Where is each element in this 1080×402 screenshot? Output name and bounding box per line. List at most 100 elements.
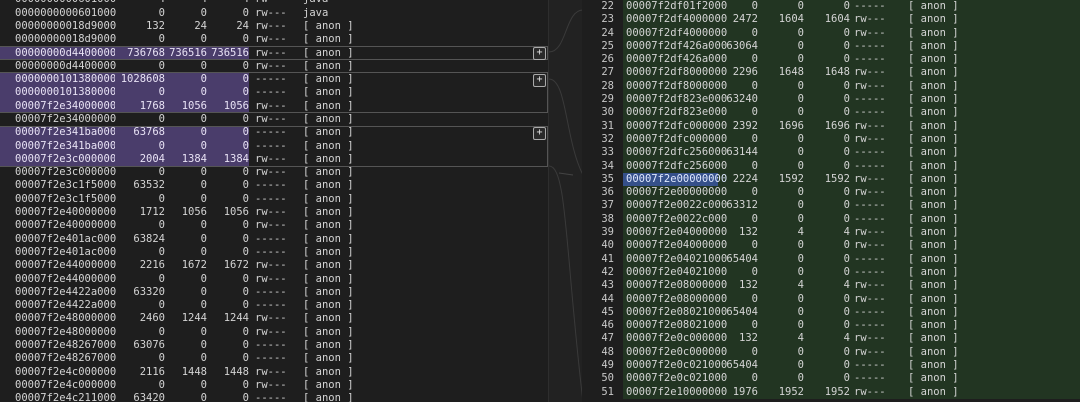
kbytes-cell: 0 [158,112,165,125]
table-row[interactable]: 00007f2e3c000000 2004 1384 1384 rw---[ anon … [0,152,548,167]
mode-cell: rw--- [255,59,287,72]
table-row[interactable]: 50 00007f2e0c021000 0 0 0 ----- [ anon ] [582,372,1080,386]
dirty-cell: 0 [242,179,249,192]
table-row[interactable]: 0000000000601000 0 0 0 rw--- java [0,7,548,20]
table-row[interactable]: 0000000101380000 0 0 0 -----[ anon ] [0,86,548,100]
rss-cell: 0 [797,359,804,372]
table-row[interactable]: 37 00007f2e0022c00063312 0 0 ----- [ anon ] [582,199,1080,213]
table-row[interactable]: 31 00007f2dfc000000 2392 1696 1696 rw--- [ ano… [582,119,1080,133]
line-number: 44 [601,292,614,305]
mapping-cell: [ anon ] [303,206,354,219]
table-row[interactable]: 42 00007f2e04021000 0 0 0 ----- [ anon ] [582,265,1080,280]
table-row[interactable]: 23 00007f2df4000000 2472 1604 1604 rw--- [ ano… [582,13,1080,27]
table-row[interactable]: 00000000d4400000 0 0 0 rw--- [ anon ] [0,60,548,73]
kbytes-cell: 0 [158,325,165,338]
mode-cell: rw--- [255,99,287,112]
table-row[interactable]: 00007f2e48000000 0 0 0 rw--- [ anon ] [0,326,548,339]
mode-cell: rw--- [255,365,287,378]
table-row[interactable]: 00007f2e34000000 1768 1056 1056 rw---[ anon … [0,99,548,113]
table-row[interactable]: 48 00007f2e0c000000 0 0 0 rw--- [ anon ] [582,345,1080,360]
table-row[interactable]: 45 00007f2e0802100065404 0 0 ----- [ anon ] [582,305,1080,320]
table-row[interactable]: 00007f2e401ac000 63824 0 0 ----- [ anon ] [0,233,548,246]
table-row[interactable]: 46 00007f2e08021000 0 0 0 ----- [ anon ] [582,319,1080,333]
left-diff-pane[interactable]: 0000000000601000444rw---java000000000060… [0,0,548,402]
kbytes-cell: 65404 [726,305,758,318]
table-row[interactable]: 22 00007f2df01f2000 0 0 0 ----- [ anon ] [582,0,1080,14]
table-row[interactable]: 00007f2e3c1f5000 63532 0 0 ----- [ anon ] [0,179,548,192]
rss-cell: 0 [797,252,804,265]
table-row[interactable]: 44 00007f2e08000000 0 0 0 rw--- [ anon ] [582,292,1080,306]
table-row[interactable]: 00007f2e40000000 0 0 0 rw--- [ anon ] [0,219,548,232]
table-row[interactable]: 39 00007f2e04000000 132 4 4 rw--- [ anon ] [582,226,1080,240]
table-row[interactable]: 29 00007f2df823e00063240 0 0 ----- [ anon ] [582,93,1080,107]
mapping-cell: [ anon ] [303,179,354,192]
table-row[interactable]: 00007f2e48267000 63076 0 0 ----- [ anon ] [0,339,548,352]
mode-cell: rw--- [854,13,886,26]
table-row[interactable]: 0000000000601000444rw---java [0,0,548,7]
dirty-cell: 0 [843,132,850,145]
table-row[interactable]: 00007f2e341ba000 0 0 0 -----[ anon ] [0,139,548,153]
expand-change-button[interactable]: + [533,126,546,140]
table-row[interactable]: 34 00007f2dfc256000 0 0 0 ----- [ anon ] [582,159,1080,173]
table-row[interactable]: 47 00007f2e0c000000 132 4 4 rw--- [ anon ] [582,332,1080,346]
table-row[interactable]: 27 00007f2df8000000 2296 1648 1648 rw--- [ ano… [582,66,1080,80]
rss-cell: 0 [797,265,804,278]
expand-change-button[interactable]: + [533,47,546,60]
kbytes-cell: 0 [751,53,758,66]
table-row[interactable]: 00007f2e3c000000 0 0 0 rw--- [ anon ] [0,166,548,179]
table-row[interactable]: 38 00007f2e0022c000 0 0 0 ----- [ anon ] [582,212,1080,227]
right-diff-pane[interactable]: 22 00007f2df01f2000 0 0 0 -----[ anon ] 23 0000… [582,0,1080,402]
table-row[interactable]: 36 00007f2e00000000 0 0 0 rw--- [ anon ] [582,186,1080,200]
dirty-cell: 0 [242,6,249,19]
table-row[interactable]: 00000000018d9000 132 24 24 rw--- [ anon ] [0,20,548,33]
mode-cell: ----- [854,212,886,225]
table-row[interactable]: 00007f2e4c000000 2116 1448 1448 rw--- [ anon … [0,366,548,379]
table-row[interactable]: 00000000018d9000 0 0 0 rw--- [ anon ] [0,33,548,46]
table-row[interactable]: 00007f2e44000000 0 0 0 rw--- [ anon ] [0,273,548,286]
table-row[interactable]: 35 00007f2e00000000 2224 1592 1592 rw--- [ ano… [582,172,1080,187]
address-cell: 00007f2e44000000 [15,272,117,285]
table-row[interactable]: 00007f2e4c211000 63420 0 0 ----- [ anon ] [0,392,548,402]
line-number: 25 [601,39,614,52]
dirty-cell: 0 [843,252,850,265]
table-row[interactable]: 00007f2e48267000 0 0 0 ----- [ anon ] [0,352,548,365]
table-row[interactable]: 32 00007f2dfc000000 0 0 0 rw--- [ anon ] [582,132,1080,147]
table-row[interactable]: 00007f2e48000000 2460 1244 1244 rw--- [ anon … [0,312,548,325]
left-row-list: 0000000000601000444rw---java000000000060… [0,0,548,402]
mode-cell: rw--- [255,19,287,32]
table-row[interactable]: 00007f2e40000000 1712 1056 1056 rw--- [ anon … [0,206,548,219]
table-row[interactable]: 51 00007f2e10000000 1976 1952 1952 rw--- [ ano… [582,385,1080,399]
table-row[interactable]: 24 00007f2df4000000 0 0 0 rw--- [ anon ] [582,26,1080,40]
table-row[interactable]: 43 00007f2e08000000 132 4 4 rw--- [ anon ] [582,279,1080,293]
mode-cell: rw--- [255,272,287,285]
table-row[interactable]: 28 00007f2df8000000 0 0 0 rw--- [ anon ] [582,79,1080,94]
table-row[interactable]: 40 00007f2e04000000 0 0 0 rw--- [ anon ] [582,239,1080,253]
mode-cell: rw--- [255,33,287,46]
table-row[interactable]: 00007f2e341ba000 63768 0 0 -----[ anon ] [0,126,548,140]
table-row[interactable]: 41 00007f2e0402100065404 0 0 ----- [ anon ] [582,252,1080,266]
table-row[interactable]: 30 00007f2df823e000 0 0 0 ----- [ anon ] [582,106,1080,120]
table-row[interactable]: 33 00007f2dfc25600063144 0 0 ----- [ anon ] [582,146,1080,160]
table-row[interactable]: 00007f2e3c1f5000 0 0 0 ----- [ anon ] [0,193,548,206]
table-row[interactable]: 0000000101380000 1028608 0 0 -----[ anon ] [0,73,548,87]
dirty-cell: 0 [843,239,850,252]
added-line: 00007f2e10000000 1976 1952 1952 rw--- [ anon … [623,385,1080,399]
table-row[interactable]: 00007f2e4422a000 63320 0 0 ----- [ anon ] [0,286,548,299]
dirty-cell: 4 [843,226,850,239]
table-row[interactable]: 00000000d4400000 736768 736516 736516 rw---[… [0,46,548,60]
kbytes-cell: 63312 [726,199,758,212]
table-row[interactable]: 49 00007f2e0c02100065404 0 0 ----- [ anon ] [582,359,1080,373]
table-row[interactable]: 00007f2e44000000 2216 1672 1672 rw--- [ anon … [0,259,548,272]
mode-cell: ----- [255,192,287,205]
table-row[interactable]: 00007f2e401ac000 0 0 0 ----- [ anon ] [0,246,548,259]
address-cell: 00007f2e0022c000 [626,199,728,212]
table-row[interactable]: 26 00007f2df426a000 0 0 0 ----- [ anon ] [582,53,1080,67]
expand-change-button[interactable]: + [533,73,546,87]
table-row[interactable]: 25 00007f2df426a00063064 0 0 ----- [ anon ] [582,39,1080,54]
table-row[interactable]: 00007f2e4c000000 0 0 0 rw--- [ anon ] [0,379,548,392]
dirty-cell: 0 [843,53,850,66]
mode-cell: rw--- [854,79,886,92]
table-row[interactable]: 00007f2e34000000 0 0 0 rw--- [ anon ] [0,113,548,126]
table-row[interactable]: 00007f2e4422a000 0 0 0 ----- [ anon ] [0,299,548,312]
address-cell: 00007f2e04021000 [626,265,728,278]
